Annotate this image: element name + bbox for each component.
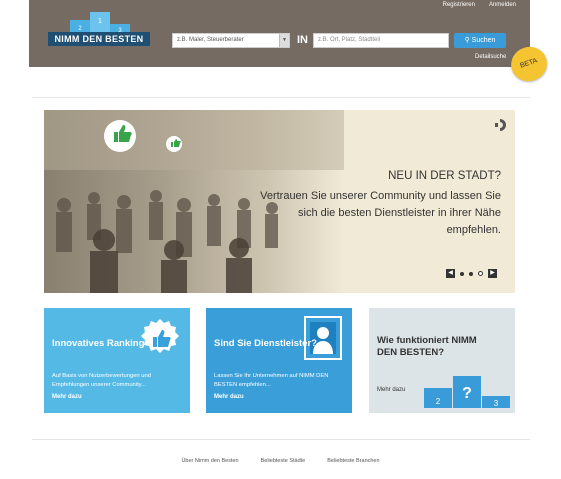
what-search-input[interactable]: z.B. Maler, Steuerberater ▼ [172, 33, 290, 48]
in-label: IN [297, 34, 308, 46]
detail-search-link[interactable]: Detailsuche [475, 54, 506, 60]
brand-logo-icon [495, 119, 506, 131]
tile-ranking[interactable]: Innovatives Ranking Auf Basis von Nutzer… [44, 308, 190, 413]
thumbs-up-badge-icon [141, 319, 179, 353]
search-button-label: Suchen [471, 37, 496, 44]
hero-slider: NEU IN DER STADT? Vertrauen Sie unserer … [44, 110, 515, 293]
tile-provider-more-link[interactable]: Mehr dazu [214, 394, 244, 400]
where-search-input[interactable]: z.B. Ort, Platz, Stadtteil [313, 33, 449, 48]
tile-ranking-title: Innovatives Ranking [52, 338, 145, 349]
tile-provider[interactable]: Sind Sie Dienstleister? Lassen Sie Ihr U… [206, 308, 352, 413]
header: Registrieren Anmelden 2 1 3 NIMM DEN BES… [29, 0, 530, 67]
top-nav: Registrieren Anmelden [443, 2, 516, 8]
next-slide-button[interactable]: ▶ [488, 269, 497, 278]
slide-dot-3[interactable] [478, 271, 483, 276]
tile-ranking-desc: Auf Basis von Nutzerbewertungen und Empf… [52, 373, 151, 388]
where-placeholder: z.B. Ort, Platz, Stadtteil [318, 37, 381, 43]
hero-title: NEU IN DER STADT? [388, 170, 501, 182]
tile-how-title: Wie funktioniert NIMM DEN BESTEN? [377, 335, 477, 358]
podium-2-label: 2 [436, 397, 441, 406]
tile-how-more-link[interactable]: Mehr dazu [377, 387, 405, 393]
slide-dot-2[interactable] [469, 271, 473, 276]
register-link[interactable]: Registrieren [443, 2, 475, 8]
search-button[interactable]: ⚲ Suchen [454, 33, 506, 48]
tile-how-it-works[interactable]: Wie funktioniert NIMM DEN BESTEN? Mehr d… [369, 308, 515, 413]
podium-logo-icon: 2 1 3 [70, 12, 130, 34]
what-placeholder: z.B. Maler, Steuerberater [177, 37, 244, 43]
logo[interactable]: 2 1 3 NIMM DEN BESTEN [48, 10, 150, 48]
podium-question-label: ? [462, 385, 472, 402]
slider-pager: ◀ ▶ [446, 269, 497, 278]
footer-about-link[interactable]: Über Nimm den Besten [181, 458, 238, 464]
prev-slide-button[interactable]: ◀ [446, 269, 455, 278]
search-icon: ⚲ [464, 37, 470, 44]
tile-provider-title: Sind Sie Dienstleister? [214, 338, 317, 349]
login-link[interactable]: Anmelden [489, 2, 516, 8]
footer-sectors-link[interactable]: Beliebteste Branchen [327, 458, 379, 464]
tile-provider-desc: Lassen Sie Ihr Unternehmen auf NIMM DEN … [214, 373, 329, 388]
podium-3-label: 3 [494, 399, 499, 408]
chevron-down-icon[interactable]: ▼ [279, 34, 289, 47]
hero-body: Vertrauen Sie unserer Community und lass… [260, 190, 501, 236]
slide-dot-1[interactable] [460, 271, 464, 276]
podium-question-icon: 2 ? 3 [424, 376, 510, 408]
podium-1-label: 1 [98, 18, 102, 25]
logo-text: NIMM DEN BESTEN [48, 32, 150, 46]
tile-ranking-more-link[interactable]: Mehr dazu [52, 394, 82, 400]
footer-cities-link[interactable]: Beliebteste Städte [261, 458, 306, 464]
footer: Über Nimm den Besten Beliebteste Städte … [0, 458, 561, 464]
